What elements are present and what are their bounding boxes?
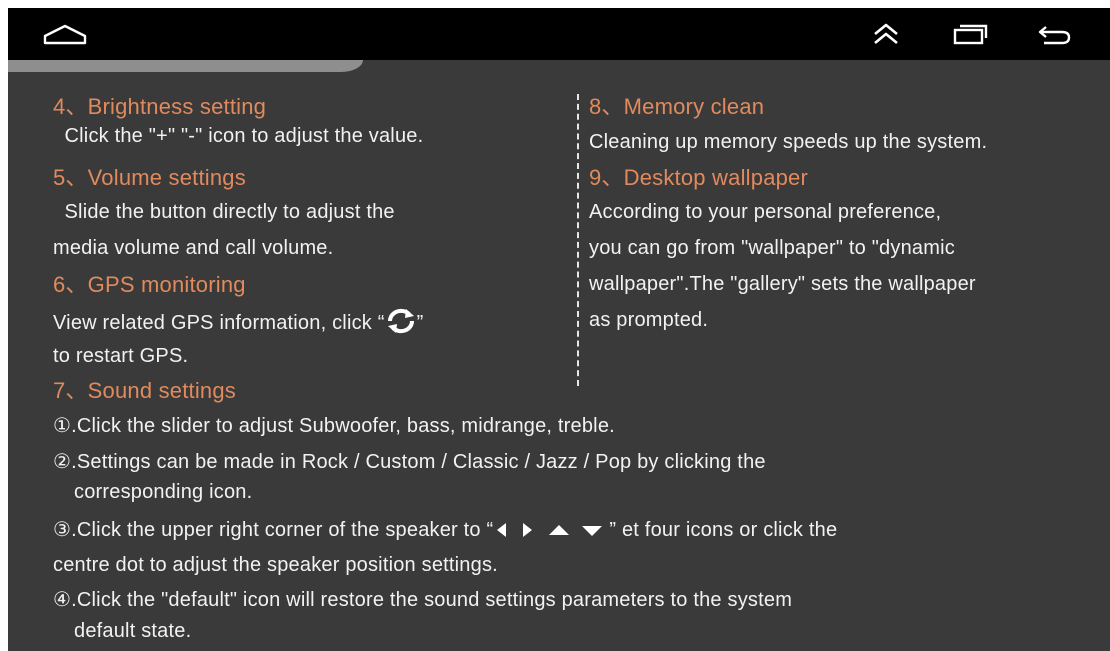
- volume-text-line1: Slide the button directly to adjust the: [53, 201, 395, 223]
- sound-item-1: ①.Click the slider to adjust Subwoofer, …: [53, 415, 615, 437]
- wallpaper-text-line1: According to your personal preference,: [589, 201, 942, 223]
- sound-item-2-line2: corresponding icon.: [74, 481, 253, 503]
- sound-item-3-line1: ③.Click the upper right corner of the sp…: [53, 516, 837, 548]
- gps-text-line2: to restart GPS.: [53, 345, 189, 367]
- memory-text: Cleaning up memory speeds up the system.: [589, 131, 988, 153]
- sound-item-3-line2: centre dot to adjust the speaker positio…: [53, 554, 498, 576]
- column-divider: [577, 94, 579, 386]
- page-tab-indicator: [8, 60, 363, 72]
- home-icon[interactable]: [40, 8, 90, 60]
- sound-item-4-line1: ④.Click the "default" icon will restore …: [53, 589, 793, 611]
- brightness-text: Click the "+" "-" icon to adjust the val…: [53, 125, 424, 147]
- screen: 4、Brightness setting Click the "+" "-" i…: [8, 8, 1110, 651]
- gps-heading: 6、GPS monitoring: [53, 272, 246, 297]
- volume-text-line2: media volume and call volume.: [53, 237, 334, 259]
- recent-apps-icon[interactable]: [948, 8, 992, 60]
- sound-item-4-line2: default state.: [74, 620, 192, 642]
- gps-text-after: ”: [416, 312, 424, 334]
- wallpaper-text-line3: wallpaper".The "gallery" sets the wallpa…: [589, 273, 976, 295]
- left-right-up-down-arrow-icons: [493, 519, 609, 548]
- wallpaper-heading: 9、Desktop wallpaper: [589, 165, 809, 190]
- double-chevron-up-icon[interactable]: [866, 8, 906, 60]
- volume-heading: 5、Volume settings: [53, 165, 246, 190]
- gps-text-line1: View related GPS information, click “ ”: [53, 308, 423, 343]
- sound-heading: 7、Sound settings: [53, 378, 236, 403]
- refresh-icon: [385, 308, 417, 343]
- wallpaper-text-line4: as prompted.: [589, 309, 709, 331]
- brightness-heading: 4、Brightness setting: [53, 94, 267, 119]
- sound-item-3-after: ” et four icons or click the: [609, 519, 838, 541]
- back-arrow-icon[interactable]: [1032, 8, 1076, 60]
- sound-item-3-before: ③.Click the upper right corner of the sp…: [53, 519, 494, 541]
- sound-item-2-line1: ②.Settings can be made in Rock / Custom …: [53, 451, 766, 473]
- memory-heading: 8、Memory clean: [589, 94, 765, 119]
- gps-text-before: View related GPS information, click “: [53, 312, 385, 334]
- wallpaper-text-line2: you can go from "wallpaper" to "dynamic: [589, 237, 955, 259]
- status-bar: [8, 8, 1110, 60]
